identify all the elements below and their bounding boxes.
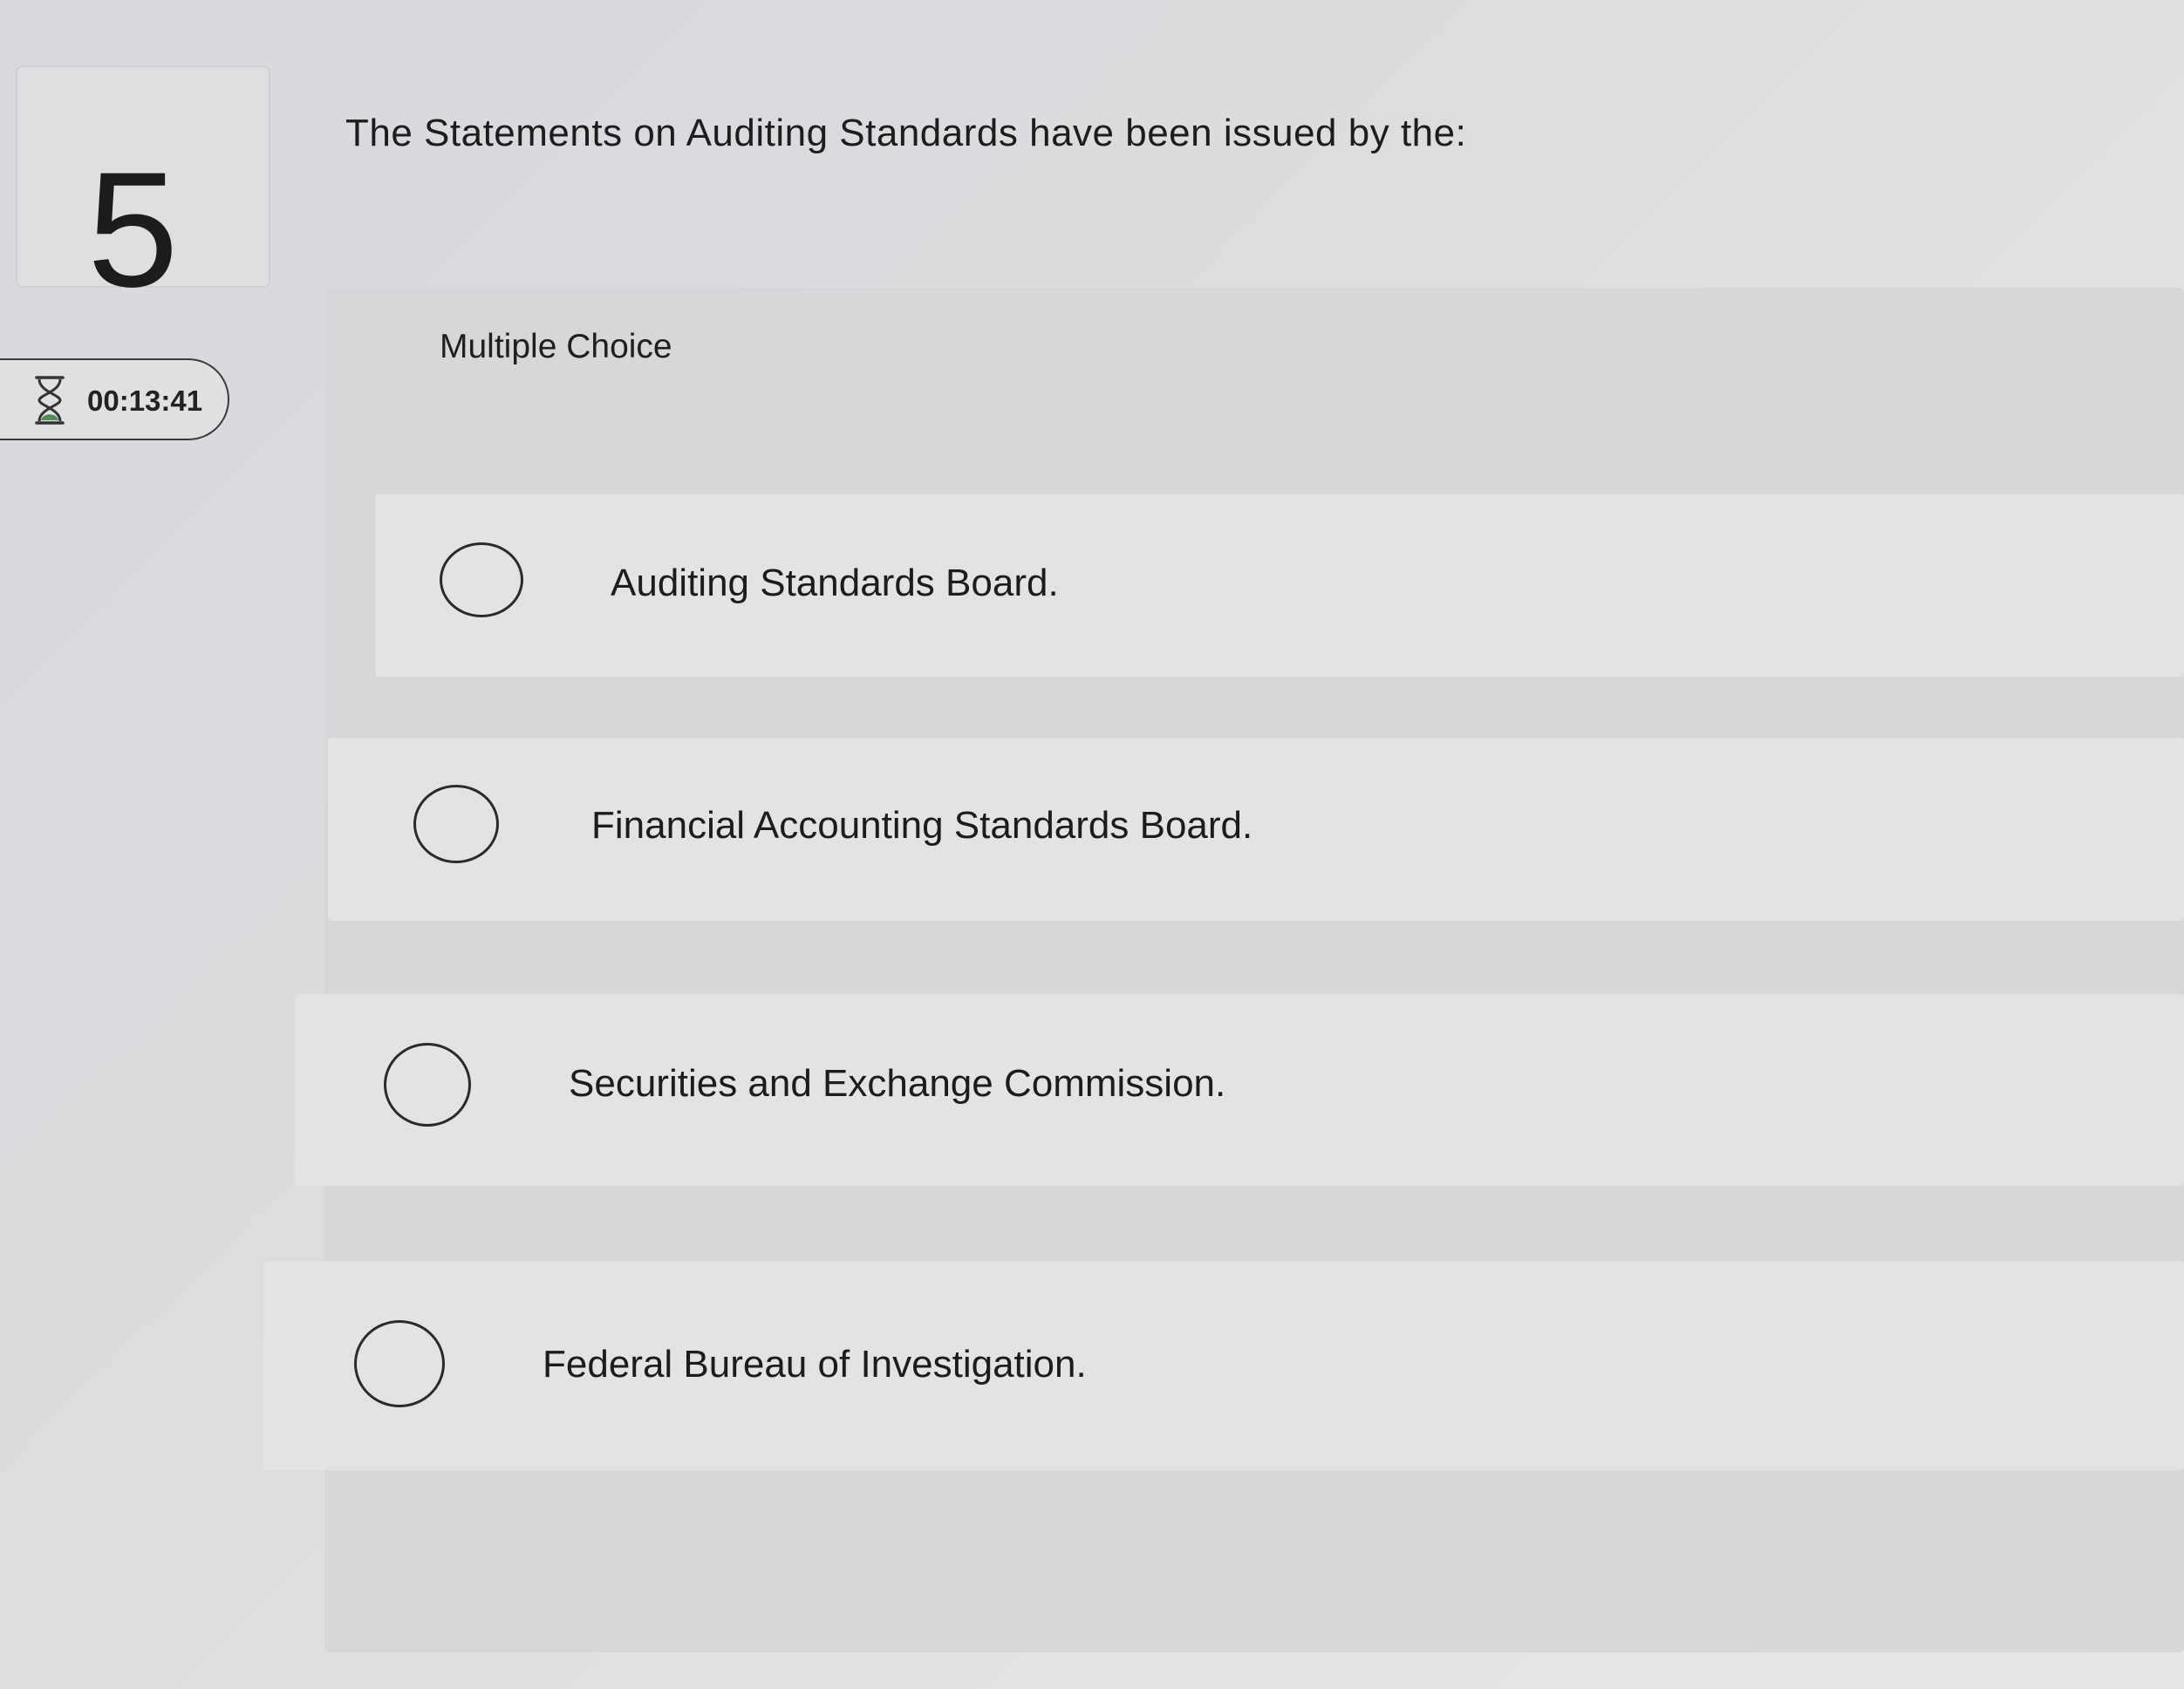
answer-option-label: Securities and Exchange Commission. [569,1062,1226,1105]
answer-option[interactable]: Auditing Standards Board. [375,494,2184,677]
timer-value: 00:13:41 [87,385,203,417]
radio-button[interactable] [413,785,499,863]
answer-option[interactable]: Securities and Exchange Commission. [295,994,2184,1186]
answer-option[interactable]: Federal Bureau of Investigation. [263,1261,2184,1470]
answer-option-label: Auditing Standards Board. [611,562,1059,604]
question-number: 5 [87,138,179,321]
radio-button[interactable] [440,542,523,617]
timer: 00:13:41 [0,358,229,440]
question-number-card: 5 [16,65,270,311]
hourglass-icon [35,376,65,425]
question-text: The Statements on Auditing Standards hav… [345,112,1467,154]
radio-button[interactable] [354,1320,445,1407]
question-type-label: Multiple Choice [440,328,672,365]
answer-option[interactable]: Financial Accounting Standards Board. [328,738,2184,921]
answer-option-label: Financial Accounting Standards Board. [591,804,1253,847]
radio-button[interactable] [384,1043,471,1127]
answer-option-label: Federal Bureau of Investigation. [543,1343,1087,1386]
